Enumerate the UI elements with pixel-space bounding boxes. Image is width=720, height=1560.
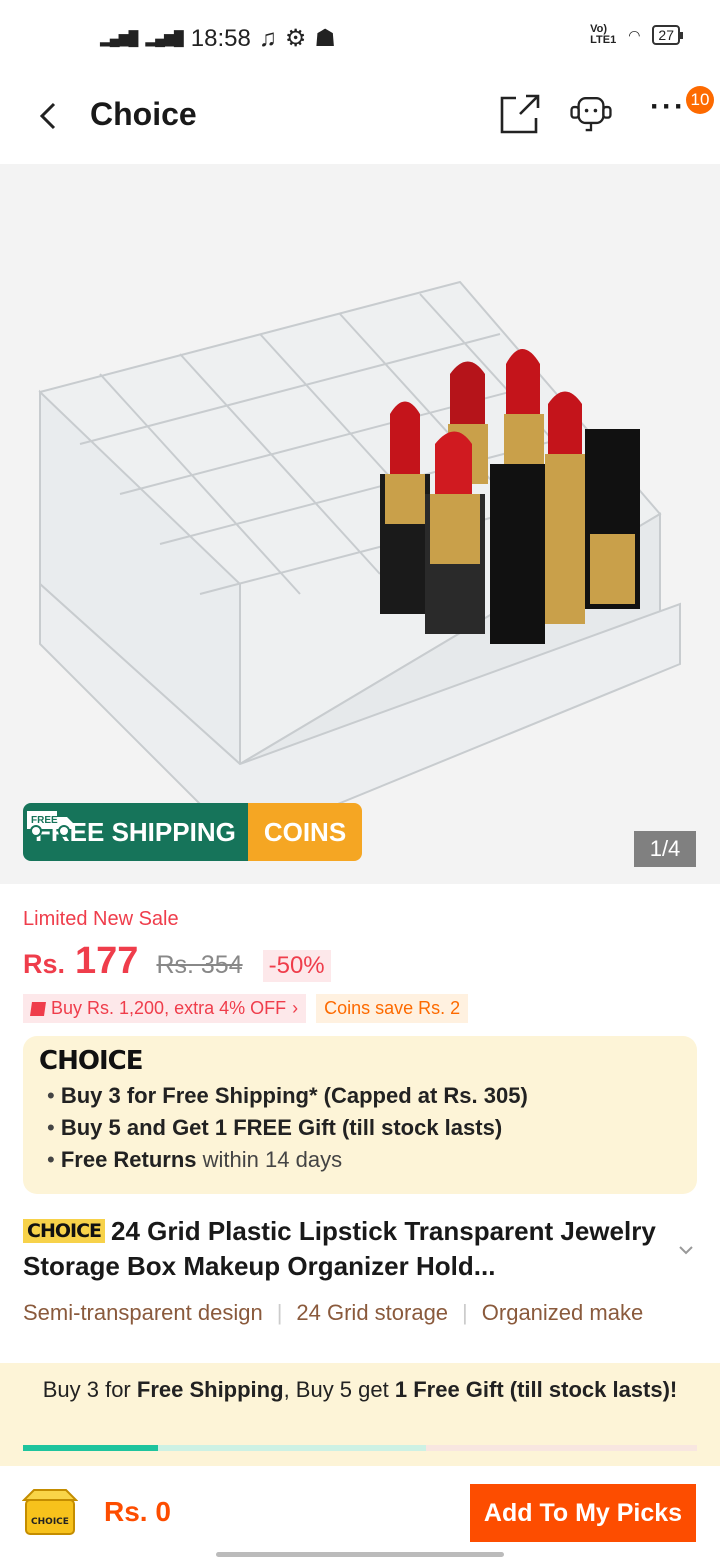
snapchat-icon: ☗ bbox=[314, 25, 336, 52]
expand-title-icon[interactable] bbox=[676, 1240, 696, 1260]
choice-box-icon[interactable]: CHOICE bbox=[22, 1486, 78, 1538]
divider: | bbox=[276, 1300, 283, 1325]
coins-save-badge: Coins save Rs. 2 bbox=[316, 994, 469, 1023]
box-label: CHOICE bbox=[31, 1517, 69, 1527]
clock: 18:58 bbox=[190, 24, 251, 52]
image-pager: 1/4 bbox=[634, 831, 696, 867]
bundle-promo-banner[interactable]: Buy 3 for Free Shipping, Buy 5 get 1 Fre… bbox=[0, 1363, 720, 1466]
benefit-item: • Buy 5 and Get 1 FREE Gift (till stock … bbox=[47, 1115, 503, 1140]
currency: Rs. bbox=[23, 949, 66, 979]
add-to-my-picks-button[interactable]: Add To My Picks bbox=[470, 1484, 696, 1542]
notification-badge: 10 bbox=[686, 86, 714, 114]
status-right: Vo) LTE1 ◠ 27 bbox=[590, 23, 683, 46]
choice-logo: CHOICE bbox=[39, 1046, 143, 1076]
truck-icon: FREE bbox=[27, 811, 73, 837]
sale-price: 177 bbox=[75, 940, 139, 982]
free-shipping-section: FREE FREE SHIPPING bbox=[23, 803, 248, 861]
settings-icon: ⚙ bbox=[284, 25, 307, 52]
progress-remaining bbox=[426, 1445, 697, 1451]
wifi-icon: ◠ bbox=[628, 26, 641, 43]
product-image bbox=[38, 280, 681, 846]
progress-step bbox=[158, 1445, 426, 1451]
status-bar: ▂▄▆█ ▂▄▆█ 18:58 ♫ ⚙ ☗ Vo) LTE1 ◠ 27 bbox=[0, 0, 720, 76]
benefit-item: • Free Returns within 14 days bbox=[47, 1147, 343, 1172]
coins-label: COINS bbox=[247, 803, 363, 861]
product-image-gallery[interactable]: FREE FREE SHIPPING COINS 1/4 bbox=[0, 164, 720, 884]
bundle-progress-bar bbox=[23, 1445, 697, 1451]
product-info: Limited New Sale Rs. 177 Rs. 354 -50% Bu… bbox=[0, 884, 720, 1364]
signal-icon-2: ▂▄▆█ bbox=[145, 30, 183, 46]
progress-fill bbox=[23, 1445, 158, 1451]
coupon-icon bbox=[30, 1001, 46, 1016]
feature-tag: Semi-transparent design bbox=[23, 1300, 263, 1325]
choice-tag: CHOICE bbox=[23, 1219, 105, 1243]
bottom-action-bar: CHOICE Rs. 0 Add To My Picks bbox=[0, 1466, 720, 1560]
bundle-promo-text: Buy 3 for Free Shipping, Buy 5 get 1 Fre… bbox=[42, 1377, 678, 1402]
divider: | bbox=[462, 1300, 468, 1325]
promo-row: Buy Rs. 1,200, extra 4% OFF › Coins save… bbox=[23, 994, 469, 1023]
discount-badge: -50% bbox=[262, 950, 331, 982]
page-title: Choice bbox=[90, 96, 197, 132]
original-price: Rs. 354 bbox=[156, 951, 243, 979]
promo-text: Buy Rs. 1,200, extra 4% OFF bbox=[51, 998, 287, 1018]
feature-tag: 24 Grid storage bbox=[296, 1300, 449, 1325]
choice-benefits-box[interactable]: CHOICE • Buy 3 for Free Shipping* (Cappe… bbox=[23, 1036, 697, 1194]
share-icon[interactable] bbox=[496, 92, 542, 138]
feature-tags: Semi-transparent design | 24 Grid storag… bbox=[23, 1300, 720, 1326]
back-arrow-icon[interactable] bbox=[30, 96, 70, 136]
music-icon: ♫ bbox=[258, 24, 277, 52]
product-title[interactable]: CHOICE 24 Grid Plastic Lipstick Transpare… bbox=[23, 1214, 673, 1284]
customer-service-icon[interactable] bbox=[568, 92, 614, 138]
limited-sale-label: Limited New Sale bbox=[23, 908, 179, 930]
picks-total: Rs. 0 bbox=[104, 1496, 171, 1527]
home-indicator[interactable] bbox=[216, 1552, 504, 1557]
promo-coupon[interactable]: Buy Rs. 1,200, extra 4% OFF › bbox=[23, 994, 307, 1023]
status-left: ▂▄▆█ ▂▄▆█ 18:58 ♫ ⚙ ☗ bbox=[100, 24, 336, 53]
volte-icon: Vo) LTE1 bbox=[590, 23, 617, 46]
product-title-text: 24 Grid Plastic Lipstick Transparent Jew… bbox=[23, 1216, 656, 1281]
chevron-right-icon: › bbox=[292, 998, 299, 1018]
free-shipping-banner: FREE FREE SHIPPING COINS bbox=[23, 803, 363, 861]
free-tag: FREE bbox=[31, 815, 58, 826]
benefit-item: • Buy 3 for Free Shipping* (Capped at Rs… bbox=[47, 1083, 528, 1108]
top-nav: Choice ··· 10 bbox=[0, 76, 720, 164]
price-row: Rs. 177 Rs. 354 -50% bbox=[23, 940, 331, 983]
battery-icon: 27 bbox=[652, 25, 683, 45]
feature-tag: Organized make bbox=[481, 1300, 644, 1325]
signal-icon: ▂▄▆█ bbox=[100, 30, 138, 46]
